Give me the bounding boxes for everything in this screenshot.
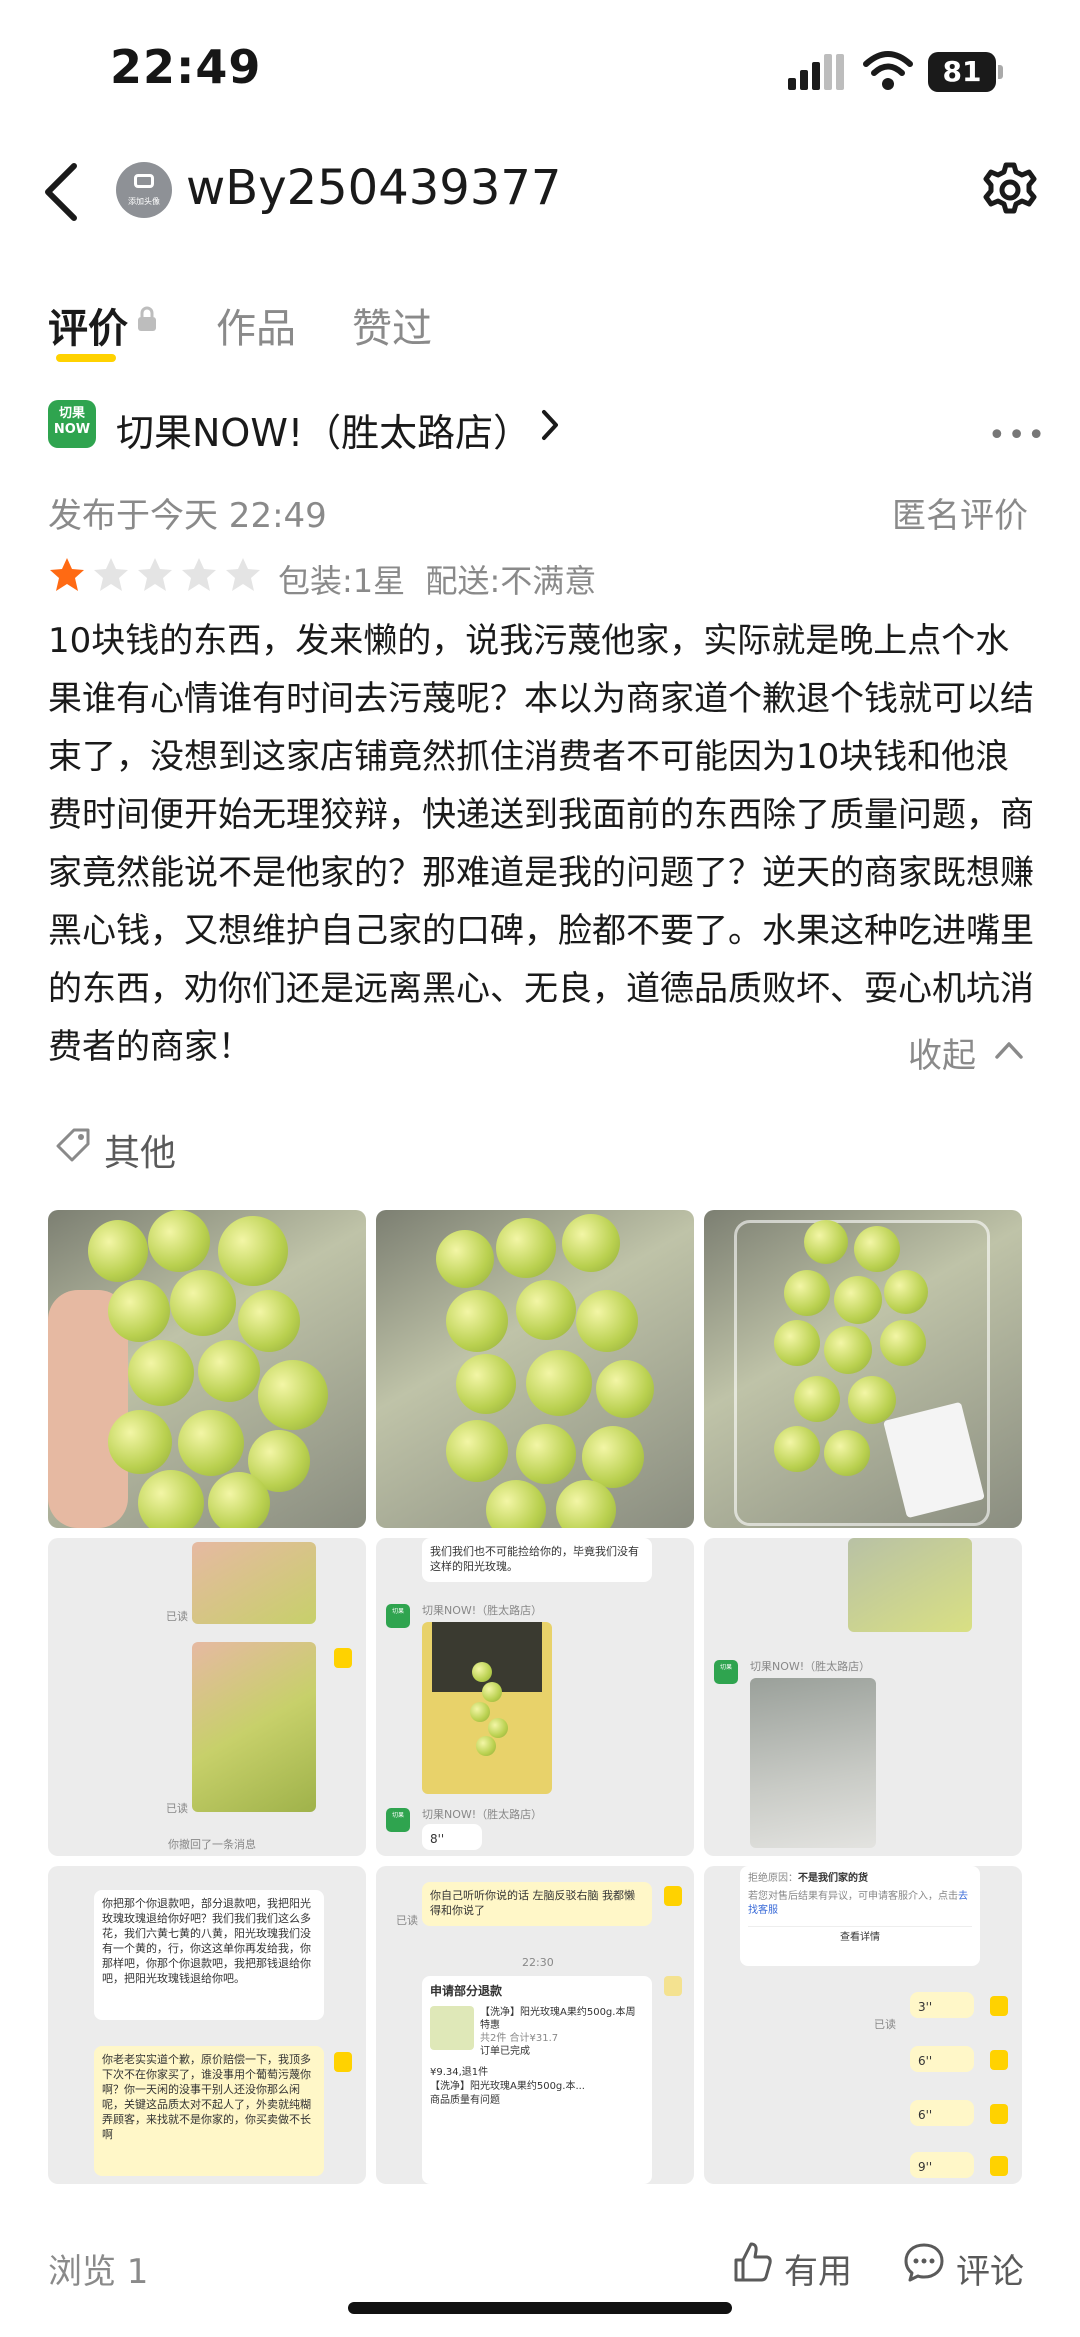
- status-time: 22:49: [110, 40, 262, 94]
- review-photo-2[interactable]: [376, 1210, 694, 1528]
- battery-icon: 81: [928, 52, 1004, 92]
- chat-screenshot-6[interactable]: 拒绝原因：不是我们家的货 若您对售后结果有异议，可申请客服介入，点击去找客服 查…: [704, 1866, 1022, 2184]
- refund-card: 申请部分退款 【洗净】阳光玫瑰A果约500g.本周特惠 共2件 合计¥31.7 …: [422, 1976, 652, 2184]
- tag-label: 其他: [104, 1133, 177, 1174]
- read-label: 已读: [396, 1914, 418, 1927]
- chat-sender: 切果NOW!（胜太路店）: [422, 1604, 543, 1617]
- cellular-signal-icon: [788, 54, 844, 90]
- voice-message: 9'': [910, 2152, 974, 2178]
- avatar[interactable]: 添加头像: [116, 162, 172, 218]
- wifi-icon: [863, 51, 913, 90]
- chat-screenshot-5[interactable]: 你自己听听你说的话 左脑反驳右脑 我都懒得和你说了 已读 22:30 申请部分退…: [376, 1866, 694, 2184]
- collapse-button[interactable]: 收起: [908, 1028, 976, 1077]
- read-label: 已读: [166, 1610, 188, 1623]
- read-label: 已读: [874, 2018, 896, 2031]
- comment-button[interactable]: 评论: [956, 2244, 1024, 2293]
- tab-reviews[interactable]: 评价: [48, 296, 128, 354]
- chat-screenshot-4[interactable]: 你把那个你退款吧，部分退款吧，我把阳光玫瑰玫瑰退给你好吧？我们我们我们这么多花，…: [48, 1866, 366, 2184]
- read-label: 已读: [166, 1802, 188, 1815]
- chat-screenshot-2[interactable]: 我们我们也不可能捡给你的，毕竟我们没有这样的阳光玫瑰。 切果 切果NOW!（胜太…: [376, 1538, 694, 1856]
- tab-liked[interactable]: 赞过: [352, 296, 432, 354]
- refund-qty: 共2件 合计¥31.7: [480, 2033, 559, 2044]
- star-filled-icon: [50, 558, 84, 591]
- refund-reason: 商品质量有问题: [430, 2095, 500, 2106]
- tab-works[interactable]: 作品: [216, 296, 296, 354]
- chat-screenshot-1[interactable]: 已读 已读 你撤回了一条消息: [48, 1538, 366, 1856]
- anonymous-label: 匿名评价: [892, 496, 1028, 536]
- review-photo-1[interactable]: [48, 1210, 366, 1528]
- chat-screenshot-3[interactable]: 切果 切果NOW!（胜太路店）: [704, 1538, 1022, 1856]
- useful-button[interactable]: 有用: [784, 2244, 852, 2293]
- refund-amount: ¥9.34,退1件: [430, 2067, 489, 2078]
- star-empty-icon: [138, 558, 172, 591]
- avatar-caption: 添加头像: [128, 197, 160, 206]
- voice-message: 6'': [910, 2100, 974, 2126]
- tag-icon: [56, 1128, 90, 1162]
- gear-icon[interactable]: [980, 160, 1040, 220]
- reject-reason: 不是我们家的货: [798, 1873, 868, 1884]
- view-details-link[interactable]: 查看详情: [748, 1926, 972, 1945]
- star-empty-icon: [182, 558, 216, 591]
- voice-message: 6'': [910, 2046, 974, 2072]
- review-text: 10块钱的东西，发来懒的，说我污蔑他家，实际就是晚上点个水果谁有心情谁有时间去污…: [48, 621, 1034, 1067]
- chat-message: 你把那个你退款吧，部分退款吧，我把阳光玫瑰玫瑰退给你好吧？我们我们我们这么多花，…: [94, 1890, 324, 2020]
- shop-avatar: 切果: [386, 1604, 410, 1628]
- voice-message: 3'': [910, 1992, 974, 2018]
- star-rating: [48, 556, 262, 594]
- chat-sender: 切果NOW!（胜太路店）: [422, 1808, 543, 1821]
- shop-avatar: 切果: [386, 1808, 410, 1832]
- battery-level: 81: [942, 55, 982, 88]
- chat-time: 22:30: [522, 1956, 554, 1969]
- refund-goods: 【洗净】阳光玫瑰A果约500g.本...: [430, 2081, 585, 2092]
- home-indicator: [348, 2302, 732, 2314]
- more-options-icon[interactable]: •••: [988, 418, 1047, 453]
- refund-status: 订单已完成: [480, 2046, 530, 2057]
- chevron-up-icon[interactable]: [994, 1040, 1024, 1060]
- back-arrow-icon[interactable]: [40, 160, 84, 224]
- shop-name[interactable]: 切果NOW!（胜太路店）: [116, 402, 531, 457]
- comment-icon[interactable]: [902, 2240, 946, 2284]
- chat-message: 你老老实实道个歉，原价赔偿一下，我顶多下次不在你家买了，谁没事用个葡萄污蔑你啊？…: [94, 2046, 324, 2176]
- view-count: 浏览 1: [48, 2252, 149, 2292]
- refund-item: 【洗净】阳光玫瑰A果约500g.本周特惠: [480, 2007, 636, 2031]
- username: wBy250439377: [186, 160, 562, 216]
- shop-avatar: 切果: [714, 1660, 738, 1684]
- star-empty-icon: [94, 558, 128, 591]
- thumbs-up-icon[interactable]: [730, 2240, 774, 2284]
- star-empty-icon: [226, 558, 260, 591]
- reject-reason-label: 拒绝原因：: [748, 1873, 798, 1884]
- camera-icon: [134, 174, 154, 188]
- refund-card-title: 申请部分退款: [430, 1984, 503, 1998]
- lock-icon: [138, 306, 156, 331]
- shop-logo[interactable]: 切果 NOW: [48, 400, 96, 448]
- review-photo-3[interactable]: [704, 1210, 1022, 1528]
- chat-sender: 切果NOW!（胜太路店）: [750, 1660, 871, 1673]
- chat-message: 我们我们也不可能捡给你的，毕竟我们没有这样的阳光玫瑰。: [422, 1538, 652, 1582]
- reject-note: 若您对售后结果有异议，可申请客服介入，点击: [748, 1891, 958, 1902]
- recall-notice: 你撤回了一条消息: [168, 1838, 256, 1851]
- chevron-right-icon[interactable]: [540, 408, 560, 442]
- publish-time: 发布于今天 22:49: [48, 496, 327, 536]
- sub-ratings: 包装:1星 配送:不满意: [278, 562, 597, 600]
- chat-message: 你自己听听你说的话 左脑反驳右脑 我都懒得和你说了: [422, 1882, 652, 1926]
- voice-message: 8'': [422, 1824, 482, 1850]
- refund-result-card: 拒绝原因：不是我们家的货 若您对售后结果有异议，可申请客服介入，点击去找客服 查…: [740, 1866, 980, 1966]
- active-tab-indicator: [56, 354, 116, 362]
